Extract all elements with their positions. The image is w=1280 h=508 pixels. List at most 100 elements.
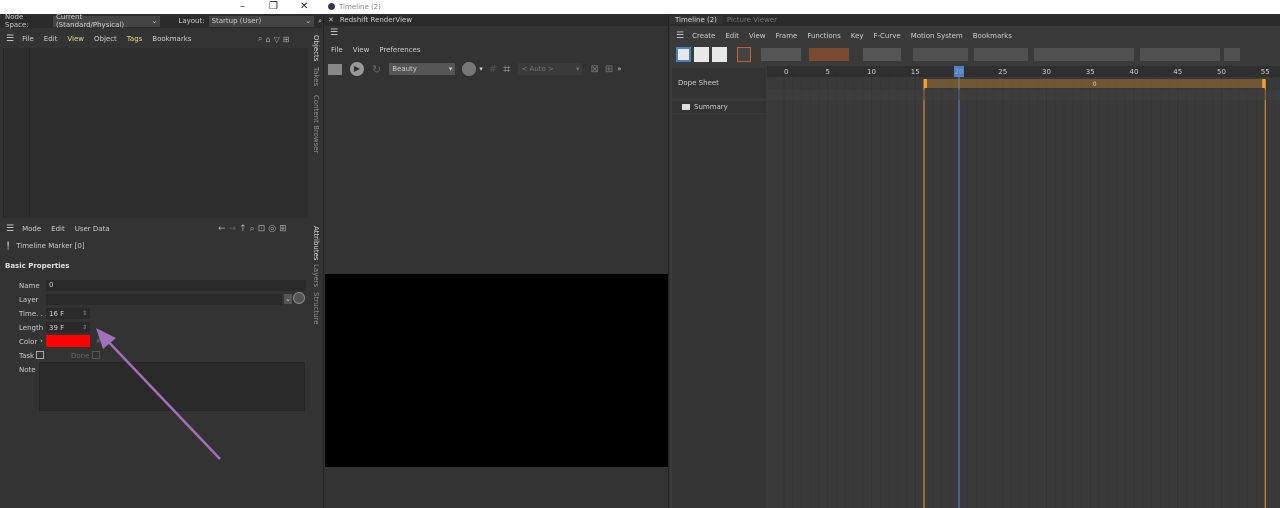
- new-panel-icon[interactable]: ⊞: [279, 224, 287, 234]
- menu-bookmarks[interactable]: Bookmarks: [152, 35, 191, 43]
- refresh-icon[interactable]: ↻: [372, 63, 381, 76]
- lock-icon[interactable]: ⊡: [258, 224, 266, 234]
- menu-view[interactable]: View: [749, 32, 766, 40]
- tab-content-browser[interactable]: Content Browser: [312, 95, 320, 153]
- chevron-down-icon: ⌄: [151, 17, 158, 25]
- minimize-icon[interactable]: –: [240, 1, 245, 12]
- node-space-dropdown[interactable]: Current (Standard/Physical) ⌄: [52, 13, 161, 29]
- menu-object[interactable]: Object: [94, 35, 117, 43]
- restore-icon[interactable]: ❐: [269, 1, 278, 12]
- curve-tools-icon[interactable]: [974, 48, 1028, 61]
- layer-pick-icon[interactable]: [293, 292, 305, 304]
- hamburger-icon[interactable]: ☰: [330, 28, 338, 38]
- close-icon[interactable]: ✕: [328, 16, 334, 24]
- menu-bookmarks[interactable]: Bookmarks: [973, 32, 1012, 40]
- crop-icon[interactable]: ⌗: [503, 62, 510, 77]
- menu-preferences[interactable]: Preferences: [379, 46, 420, 54]
- menu-motion-system[interactable]: Motion System: [911, 32, 963, 40]
- ruler-tick-label: 15: [911, 68, 920, 76]
- record-icon[interactable]: [809, 48, 849, 61]
- stepper-icon[interactable]: ⇕: [82, 324, 87, 331]
- mode-dope-sheet-icon[interactable]: [676, 47, 691, 62]
- key-mode-icon[interactable]: [737, 47, 751, 62]
- chevron-down-icon[interactable]: ▾: [479, 65, 483, 73]
- task-checkbox[interactable]: [36, 351, 44, 359]
- menu-file[interactable]: File: [22, 35, 34, 43]
- length-field[interactable]: 39 F ⇕: [46, 322, 90, 333]
- home-icon[interactable]: ⌂: [265, 35, 270, 44]
- color-swatch[interactable]: [46, 335, 90, 347]
- menu-user-data[interactable]: User Data: [75, 225, 110, 233]
- time-field[interactable]: 16 F ⇕: [46, 308, 90, 319]
- menu-tags[interactable]: Tags: [127, 35, 143, 43]
- extra-tools-icon[interactable]: [1224, 48, 1240, 61]
- tab-timeline[interactable]: Timeline (2): [670, 16, 722, 24]
- menu-view[interactable]: View: [67, 35, 84, 43]
- hamburger-icon[interactable]: ☰: [6, 34, 14, 44]
- rgb-icon[interactable]: [462, 62, 477, 76]
- search-icon[interactable]: ⌕: [318, 17, 322, 26]
- arrow-right-icon[interactable]: →: [229, 224, 237, 234]
- grid-view-icon[interactable]: ⊞: [605, 64, 613, 75]
- filter-icon[interactable]: ▽: [274, 35, 280, 44]
- arrow-up-icon[interactable]: ↑: [239, 224, 247, 234]
- aov-dropdown[interactable]: Beauty ▾: [389, 63, 456, 75]
- menu-edit[interactable]: Edit: [725, 32, 739, 40]
- menu-key[interactable]: Key: [851, 32, 864, 40]
- stepper-icon[interactable]: ⇕: [82, 310, 87, 317]
- menu-file[interactable]: File: [331, 46, 343, 54]
- play-icon[interactable]: ▶: [350, 62, 364, 76]
- ruler-tick-label: 5: [826, 68, 830, 76]
- render-canvas[interactable]: [325, 274, 668, 467]
- layer-label: Layer: [19, 296, 39, 304]
- menu-view[interactable]: View: [353, 46, 370, 54]
- summary-row[interactable]: Summary: [672, 101, 766, 113]
- new-panel-icon[interactable]: ⊞: [283, 35, 290, 44]
- menu-frame[interactable]: Frame: [776, 32, 798, 40]
- timeline-tabs: Timeline (2) Picture Viewer: [670, 14, 1280, 26]
- layer-dropdown-icon[interactable]: ⌄: [284, 294, 292, 304]
- menu-edit[interactable]: Edit: [44, 35, 58, 43]
- tab-objects[interactable]: Objects: [312, 35, 320, 61]
- hamburger-icon[interactable]: ☰: [6, 224, 14, 234]
- mode-motion-icon[interactable]: [712, 47, 727, 62]
- snap-tools-icon[interactable]: [1140, 48, 1220, 61]
- ruler-tick-label: 0: [784, 68, 788, 76]
- marker-start-handle: [924, 79, 927, 88]
- menu-create[interactable]: Create: [692, 32, 715, 40]
- more-icon[interactable]: »: [617, 65, 621, 73]
- target-icon[interactable]: ◎: [268, 224, 276, 234]
- layout-dropdown[interactable]: Startup (User) ⌄: [208, 15, 315, 27]
- name-field[interactable]: 0: [46, 280, 306, 291]
- arrow-left-icon[interactable]: ←: [218, 224, 226, 234]
- tab-picture-viewer[interactable]: Picture Viewer: [722, 16, 782, 24]
- objects-list[interactable]: [3, 48, 308, 218]
- ripple-icon[interactable]: [761, 48, 801, 61]
- hamburger-icon[interactable]: ☰: [676, 31, 684, 41]
- menu-edit[interactable]: Edit: [51, 225, 65, 233]
- search-icon[interactable]: ⌕: [250, 224, 255, 234]
- key-tools-icon[interactable]: [863, 48, 901, 61]
- grid-icon[interactable]: #: [489, 64, 497, 75]
- tab-attributes[interactable]: Attributes: [312, 226, 320, 261]
- mode-fcurve-icon[interactable]: [694, 47, 709, 62]
- chevron-right-icon[interactable]: ›: [40, 337, 43, 345]
- object-name: Timeline Marker [0]: [16, 242, 85, 250]
- tab-structure[interactable]: Structure: [312, 292, 320, 325]
- clapper-icon[interactable]: [328, 63, 342, 75]
- menu-mode[interactable]: Mode: [22, 225, 41, 233]
- search-icon[interactable]: ⌕: [258, 34, 262, 44]
- interp-icon[interactable]: [913, 48, 968, 61]
- color-label: Color: [19, 338, 38, 346]
- tab-layers[interactable]: Layers: [312, 264, 320, 287]
- menu-f-curve[interactable]: F-Curve: [873, 32, 900, 40]
- zoom-dropdown[interactable]: < Auto > ▾: [518, 63, 583, 75]
- tab-takes[interactable]: Takes: [312, 67, 320, 86]
- menu-functions[interactable]: Functions: [807, 32, 840, 40]
- lock-icon[interactable]: ⊠: [590, 64, 598, 75]
- close-icon[interactable]: ✕: [300, 1, 308, 12]
- tangent-tools-icon[interactable]: [1034, 48, 1134, 61]
- top-bar: [0, 0, 1280, 14]
- track-area[interactable]: 05101520253035404550550: [767, 66, 1280, 508]
- layer-field[interactable]: [46, 294, 282, 305]
